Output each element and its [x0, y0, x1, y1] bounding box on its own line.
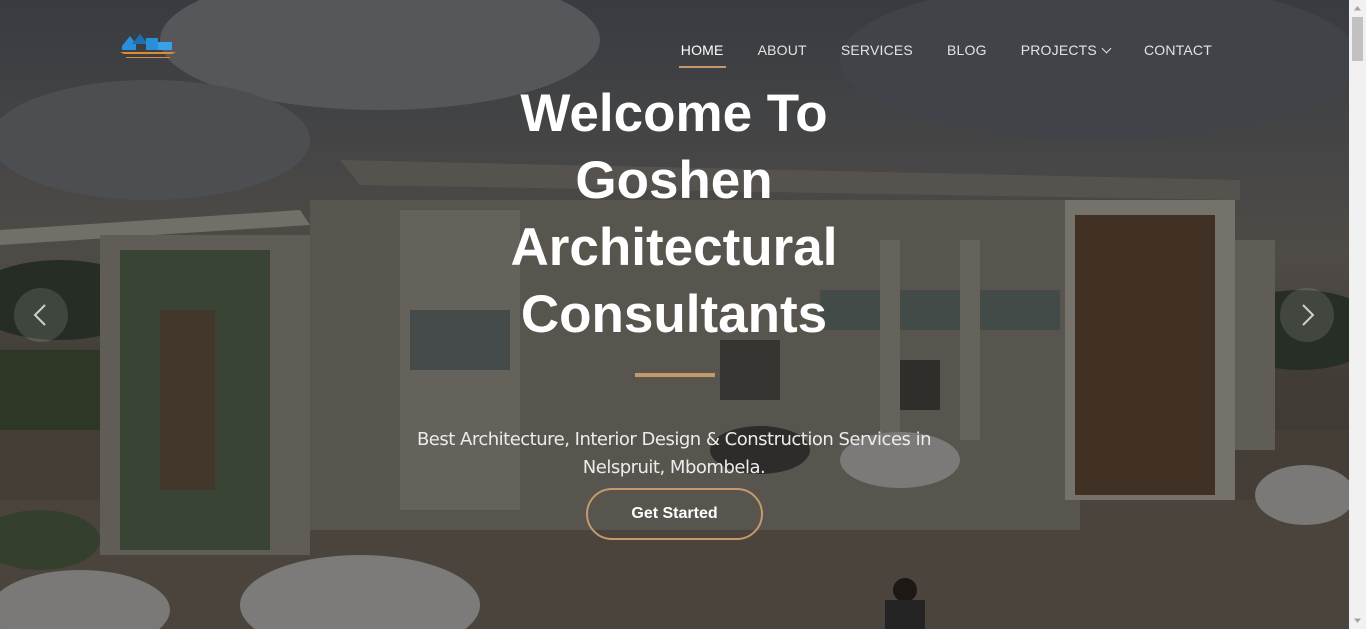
scroll-up-arrow-icon[interactable]	[1349, 0, 1366, 17]
nav-projects-label: PROJECTS	[1020, 42, 1097, 58]
carousel-prev-button[interactable]	[14, 288, 68, 342]
get-started-button[interactable]: Get Started	[586, 488, 763, 540]
nav-blog[interactable]: BLOG	[930, 40, 1004, 68]
hero-title: Welcome To Goshen Architectural Consulta…	[474, 80, 874, 348]
scrollbar-thumb[interactable]	[1352, 17, 1363, 61]
nav-home[interactable]: HOME	[664, 40, 741, 68]
carousel-next-button[interactable]	[1280, 288, 1334, 342]
hero-title-line: Architectural	[510, 218, 838, 277]
chevron-down-icon	[1101, 43, 1112, 54]
nav-services[interactable]: SERVICES	[824, 40, 930, 68]
company-logo[interactable]	[118, 30, 178, 62]
nav-about[interactable]: ABOUT	[741, 40, 824, 68]
nav-projects[interactable]: PROJECTS	[1004, 40, 1127, 68]
scroll-down-arrow-icon[interactable]	[1349, 612, 1366, 629]
hero-carousel: HOME ABOUT SERVICES BLOG PROJECTS CONTAC…	[0, 0, 1349, 629]
main-navigation: HOME ABOUT SERVICES BLOG PROJECTS CONTAC…	[664, 40, 1229, 68]
chevron-right-icon	[1302, 304, 1315, 326]
hero-title-line: Consultants	[520, 285, 828, 344]
hero-subtitle-line: Nelspruit, Mbombela.	[582, 457, 766, 478]
chevron-left-icon	[33, 304, 46, 326]
hero-subtitle: Best Architecture, Interior Design & Con…	[404, 426, 944, 482]
hero-title-line: Goshen	[575, 151, 773, 210]
page-scrollbar[interactable]	[1349, 0, 1366, 629]
hero-subtitle-line: Best Architecture, Interior Design & Con…	[416, 429, 932, 450]
nav-contact[interactable]: CONTACT	[1127, 40, 1229, 68]
title-divider	[635, 373, 715, 377]
hero-title-line: Welcome To	[520, 84, 828, 143]
